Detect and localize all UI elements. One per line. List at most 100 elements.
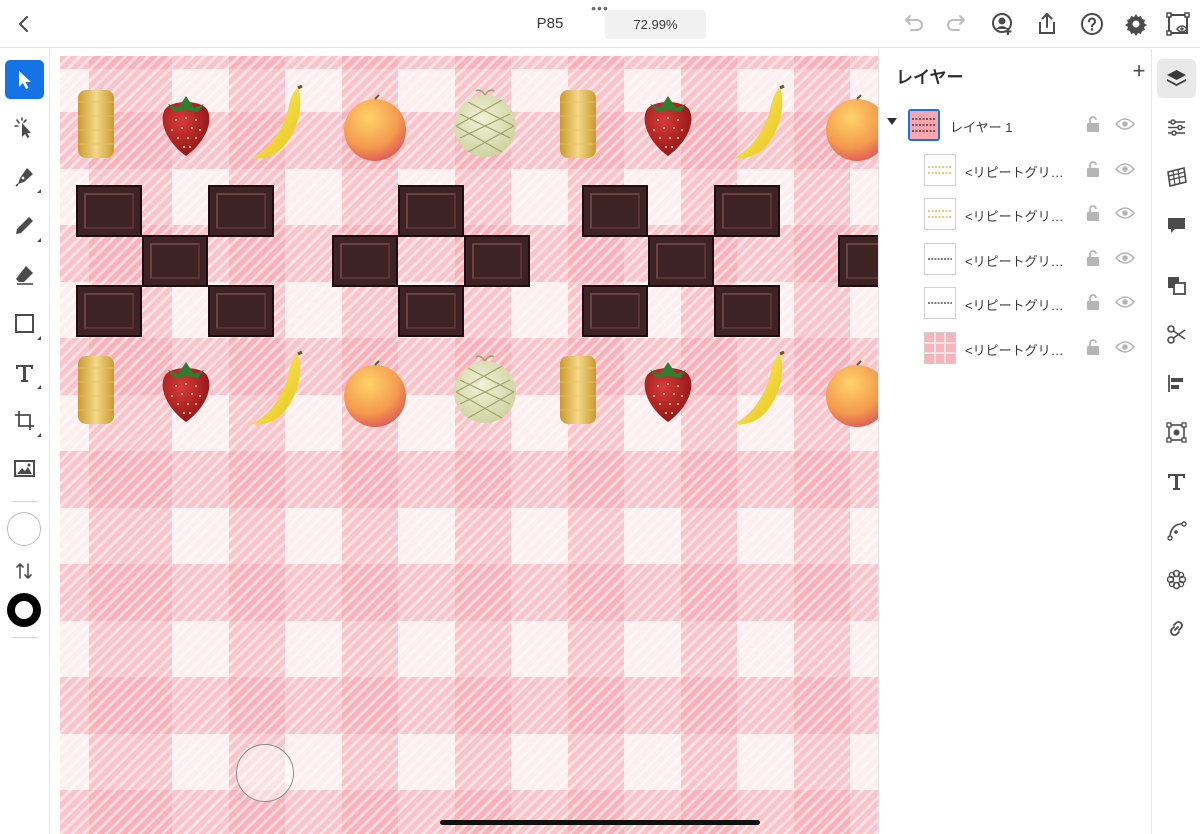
visibility-eye-icon[interactable] [1115,117,1135,131]
document-title[interactable]: P85 [520,15,580,32]
stroke-swatch[interactable] [7,593,41,627]
fill-swatch[interactable] [7,512,41,546]
redo-icon[interactable] [944,11,970,37]
layer-row[interactable]: <リピートグリ… [879,150,1151,190]
layer-row[interactable]: <リピートグリ… [879,194,1151,234]
submenu-indicator [37,238,41,242]
chocolate-piece[interactable] [582,185,648,237]
chocolate-piece[interactable] [142,235,208,287]
cookie-art[interactable] [76,88,116,160]
arrange-icon [1168,277,1186,295]
scissors-icon [1167,325,1186,344]
back-icon[interactable] [12,12,36,36]
align-panel-button[interactable] [1157,364,1196,403]
selection-tool[interactable] [5,60,44,99]
orange-art[interactable] [824,358,878,428]
unlock-icon[interactable] [1085,204,1101,222]
comments-panel-button[interactable] [1157,206,1196,245]
layer-label: <リピートグリ… [965,254,1064,269]
chocolate-piece[interactable] [76,285,142,337]
unlock-icon[interactable] [1085,160,1101,178]
layer-row[interactable]: <リピートグリ… [879,239,1151,279]
visibility-eye-icon[interactable] [1115,162,1135,176]
layer-thumbnail [924,287,956,319]
chocolate-piece[interactable] [714,185,780,237]
chocolate-piece[interactable] [76,185,142,237]
pen-tool[interactable] [5,157,44,196]
banana-art[interactable] [248,350,308,430]
layer-row[interactable]: レイヤー 1 [879,105,1151,145]
cookie-art[interactable] [558,88,598,160]
layers-panel-button[interactable] [1157,59,1196,98]
chocolate-piece[interactable] [714,285,780,337]
rectangle-tool[interactable] [5,304,44,343]
transform-tool[interactable] [5,401,44,440]
chocolate-piece[interactable] [398,185,464,237]
zoom-level[interactable]: 72.99% [605,10,706,39]
unlock-icon[interactable] [1085,249,1101,267]
melon-art[interactable] [452,352,518,424]
chocolate-piece[interactable] [398,285,464,337]
place-image-tool[interactable] [5,449,44,488]
type-settings-panel-button[interactable] [1157,462,1196,501]
share-icon[interactable] [1034,11,1060,37]
chocolate-piece[interactable] [838,235,878,287]
cookie-art[interactable] [558,354,598,426]
chocolate-piece[interactable] [582,285,648,337]
pattern-panel-button[interactable] [1157,560,1196,599]
orange-art[interactable] [342,92,408,162]
preview-icon[interactable] [1165,11,1191,37]
visibility-eye-icon[interactable] [1115,206,1135,220]
settings-icon[interactable] [1123,11,1149,37]
chocolate-piece[interactable] [208,185,274,237]
direct-selection-tool[interactable] [5,108,44,147]
melon-art[interactable] [452,86,518,158]
layer-row[interactable]: <リピートグリ… [879,328,1151,368]
banana-art[interactable] [248,84,308,164]
unlock-icon[interactable] [1085,338,1101,356]
panel-title: レイヤー [896,68,964,87]
selection-frame-icon [1166,422,1187,443]
disclosure-triangle-icon[interactable] [887,118,897,125]
pencil-tool[interactable] [5,206,44,245]
artboard-canvas[interactable] [60,56,878,834]
strawberry-art[interactable] [638,356,698,426]
rectangle-icon [15,314,34,333]
link-panel-button[interactable] [1157,609,1196,648]
visibility-eye-icon[interactable] [1115,340,1135,354]
chocolate-piece[interactable] [648,235,714,287]
selection-frame-panel-button[interactable] [1157,413,1196,452]
properties-panel-button[interactable] [1157,108,1196,147]
chocolate-piece[interactable] [464,235,530,287]
help-icon[interactable] [1079,11,1105,37]
unlock-icon[interactable] [1085,293,1101,311]
layer-row[interactable]: <リピートグリ… [879,283,1151,323]
banana-art[interactable] [730,84,790,164]
chocolate-piece[interactable] [208,285,274,337]
cookie-art[interactable] [76,354,116,426]
swap-fill-stroke-icon[interactable] [14,561,34,581]
strawberry-art[interactable] [156,90,216,160]
orange-art[interactable] [342,358,408,428]
path-panel-button[interactable] [1157,511,1196,550]
undo-icon[interactable] [900,11,926,37]
visibility-eye-icon[interactable] [1115,295,1135,309]
thumbnail-art [910,111,938,139]
home-indicator[interactable] [440,820,760,825]
banana-art[interactable] [730,350,790,430]
add-layer-button[interactable]: + [1129,60,1149,82]
strawberry-art[interactable] [156,356,216,426]
eraser-tool[interactable] [5,255,44,294]
scissors-panel-button[interactable] [1157,315,1196,354]
unlock-icon[interactable] [1085,115,1101,133]
touch-shortcut-button[interactable] [236,744,294,802]
libraries-panel-button[interactable] [1157,157,1196,196]
chocolate-piece[interactable] [332,235,398,287]
invite-icon[interactable] [990,11,1016,37]
strawberry-art[interactable] [638,90,698,160]
arrange-panel-button[interactable] [1157,266,1196,305]
orange-art[interactable] [824,92,878,162]
visibility-eye-icon[interactable] [1115,251,1135,265]
type-tool[interactable] [5,353,44,392]
eraser-icon [16,266,33,285]
